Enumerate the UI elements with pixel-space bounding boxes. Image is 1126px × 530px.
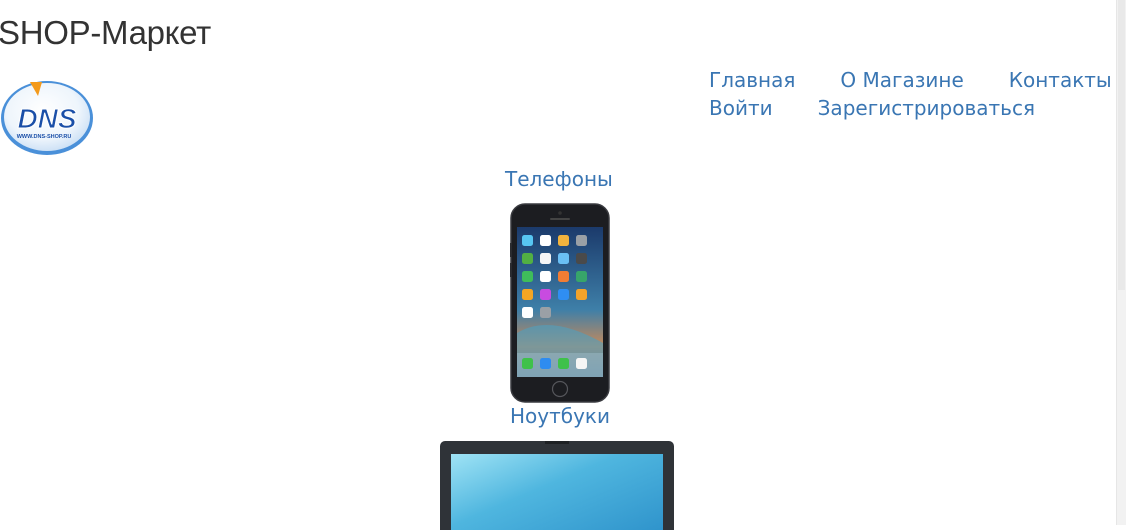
nav-row-primary: Главная О Магазине Контакты <box>709 66 1112 94</box>
nav-link-contacts[interactable]: Контакты <box>1009 68 1112 92</box>
category-link-phones[interactable]: Телефоны <box>505 167 613 191</box>
nav-row-auth: Войти Зарегистрироваться <box>709 94 1112 122</box>
nav-link-login[interactable]: Войти <box>709 96 773 120</box>
nav-link-register[interactable]: Зарегистрироваться <box>818 96 1035 120</box>
category-link-laptops[interactable]: Ноутбуки <box>510 404 610 428</box>
nav-link-about[interactable]: О Магазине <box>840 68 963 92</box>
scrollbar-thumb[interactable] <box>1118 0 1125 290</box>
laptop-image[interactable] <box>439 440 675 530</box>
smartphone-image[interactable] <box>510 203 610 403</box>
dns-logo[interactable]: DNS WWW.DNS-SHOP.RU <box>0 74 96 158</box>
main-nav: Главная О Магазине Контакты Войти Зареги… <box>709 66 1112 122</box>
svg-text:DNS: DNS <box>17 103 76 134</box>
nav-link-home[interactable]: Главная <box>709 68 795 92</box>
page-scrollbar[interactable] <box>1116 0 1126 525</box>
svg-text:WWW.DNS-SHOP.RU: WWW.DNS-SHOP.RU <box>17 134 72 140</box>
site-title: SHOP-Маркет <box>0 14 211 51</box>
